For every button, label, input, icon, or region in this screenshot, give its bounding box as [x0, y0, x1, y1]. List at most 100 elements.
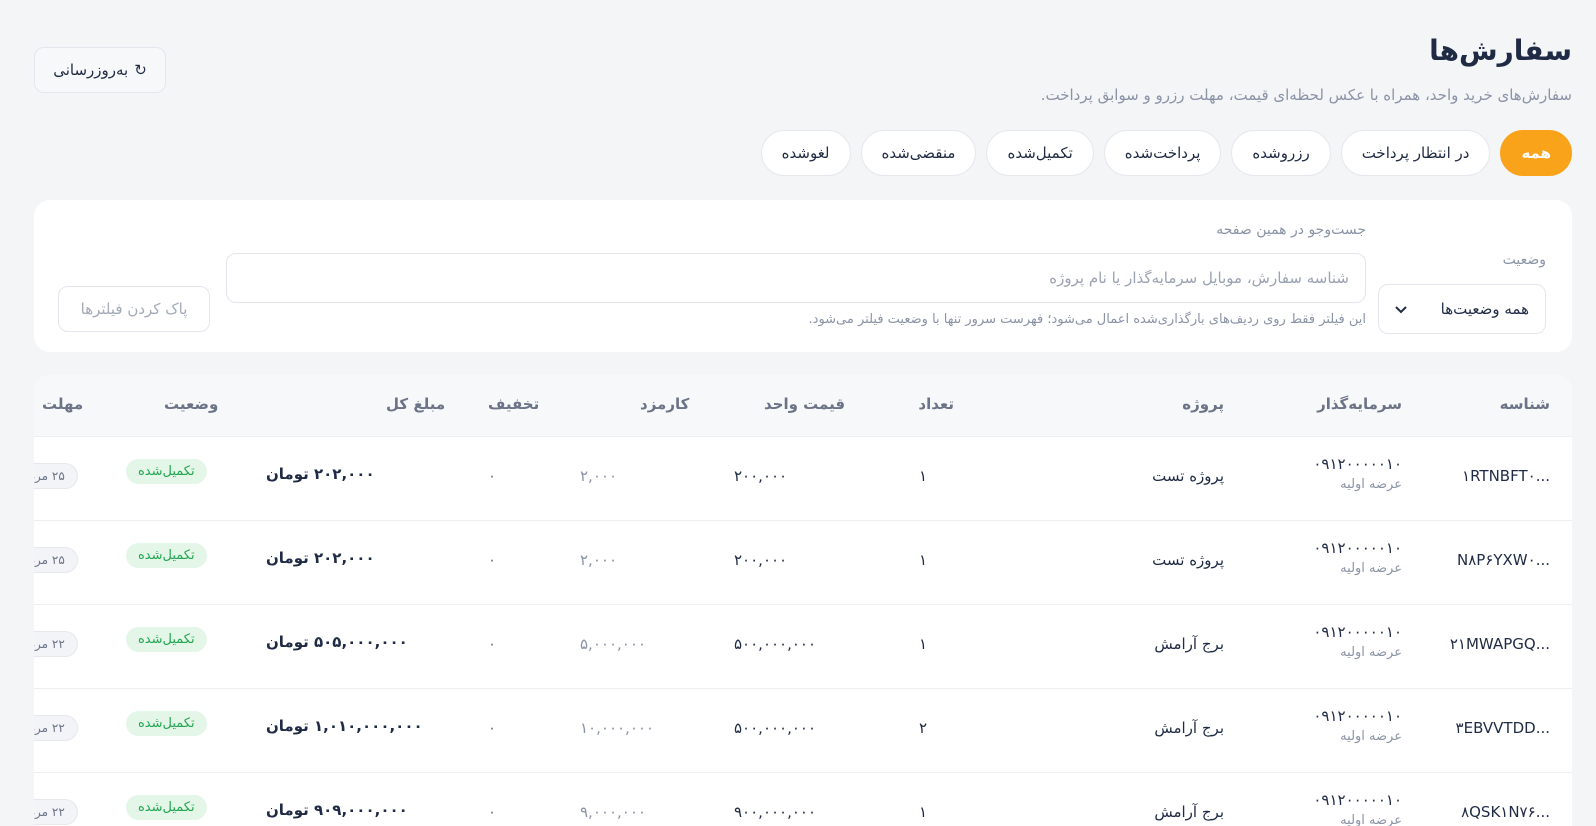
- order-id[interactable]: ...۲۱MWAPGQ: [1450, 635, 1550, 653]
- orders-table: شناسه سرمایه‌گذار پروژه تعداد قیمت واحد …: [34, 375, 1572, 826]
- deadline-cell: ۲۲ مرداد: [34, 799, 78, 825]
- unit-price: ۵۰۰,۰۰۰,۰۰۰: [734, 719, 817, 737]
- column-header-discount[interactable]: تخفیف: [488, 395, 539, 413]
- discount: ۰: [488, 635, 497, 653]
- status-select-value: همه وضعیت‌ها: [1440, 300, 1529, 318]
- offering-stage: عرضه اولیه: [1340, 813, 1402, 826]
- offering-stage: عرضه اولیه: [1340, 477, 1402, 492]
- order-id[interactable]: ...N۸P۶YXW۰: [1457, 551, 1550, 569]
- search-label: جست‌وجو در همین صفحه: [1216, 222, 1366, 238]
- refresh-button[interactable]: ↻ به‌روزرسانی: [34, 47, 166, 93]
- tab-all[interactable]: همه: [1500, 130, 1572, 176]
- status-badge: تکمیل‌شده: [126, 795, 207, 820]
- status-badge: تکمیل‌شده: [126, 543, 207, 568]
- discount: ۰: [488, 467, 497, 485]
- status-badge: تکمیل‌شده: [126, 459, 207, 484]
- column-header-deadline[interactable]: مهلت: [42, 395, 83, 413]
- search-input[interactable]: [226, 253, 1366, 303]
- deadline-cell: ۲۲ مرداد: [34, 631, 78, 657]
- offering-stage: عرضه اولیه: [1340, 645, 1402, 660]
- investor-cell: ۰۹۱۲۰۰۰۰۰۱۰ عرضه اولیه: [1313, 791, 1402, 826]
- deadline-badge: ۲۲ مرداد: [34, 631, 78, 657]
- discount: ۰: [488, 719, 497, 737]
- fee: ۱۰,۰۰۰,۰۰۰: [580, 719, 654, 737]
- status-badge-cell: تکمیل‌شده: [126, 711, 207, 736]
- column-header-unit-price[interactable]: قیمت واحد: [764, 395, 845, 413]
- status-badge-cell: تکمیل‌شده: [126, 627, 207, 652]
- status-select[interactable]: همه وضعیت‌ها: [1378, 284, 1546, 334]
- refresh-label: به‌روزرسانی: [53, 61, 129, 79]
- refresh-icon: ↻: [134, 61, 147, 79]
- status-filter-label: وضعیت: [1502, 252, 1546, 268]
- order-id[interactable]: ...۳EBVVTDD: [1456, 719, 1550, 737]
- clear-filters-button[interactable]: پاک کردن فیلترها: [58, 286, 210, 332]
- discount: ۰: [488, 551, 497, 569]
- offering-stage: عرضه اولیه: [1340, 729, 1402, 744]
- investor-cell: ۰۹۱۲۰۰۰۰۰۱۰ عرضه اولیه: [1313, 539, 1402, 576]
- quantity: ۱: [918, 803, 927, 821]
- deadline-badge: ۲۲ مرداد: [34, 799, 78, 825]
- deadline-cell: ۲۵ مرداد: [34, 463, 78, 489]
- project-name: پروژه تست: [1152, 467, 1224, 485]
- orders-page: سفارش‌ها سفارش‌های خرید واحد، همراه با ع…: [0, 0, 1596, 826]
- status-badge-cell: تکمیل‌شده: [126, 459, 207, 484]
- deadline-cell: ۲۵ مرداد: [34, 547, 78, 573]
- status-badge-cell: تکمیل‌شده: [126, 795, 207, 820]
- page-header: سفارش‌ها سفارش‌های خرید واحد، همراه با ع…: [34, 32, 1572, 112]
- filter-card: وضعیت همه وضعیت‌ها جست‌وجو در همین صفحه …: [34, 200, 1572, 352]
- column-header-total[interactable]: مبلغ کل: [386, 395, 445, 413]
- column-header-status[interactable]: وضعیت: [164, 395, 218, 413]
- total-amount: ۹۰۹,۰۰۰,۰۰۰ تومان: [266, 801, 408, 819]
- deadline-badge: ۲۲ مرداد: [34, 715, 78, 741]
- unit-price: ۵۰۰,۰۰۰,۰۰۰: [734, 635, 817, 653]
- deadline-badge: ۲۵ مرداد: [34, 547, 78, 573]
- unit-price: ۲۰۰,۰۰۰: [734, 551, 788, 569]
- status-badge: تکمیل‌شده: [126, 627, 207, 652]
- tab-completed[interactable]: تکمیل‌شده: [986, 130, 1094, 176]
- tab-reserved[interactable]: رزروشده: [1231, 130, 1331, 176]
- order-id[interactable]: ...۱RTNBFT۰: [1462, 467, 1550, 485]
- project-name: برج آرامش: [1154, 635, 1224, 653]
- quantity: ۱: [918, 551, 927, 569]
- tab-paid[interactable]: پرداخت‌شده: [1103, 130, 1222, 176]
- investor-cell: ۰۹۱۲۰۰۰۰۰۱۰ عرضه اولیه: [1313, 707, 1402, 744]
- column-header-investor[interactable]: سرمایه‌گذار: [1317, 395, 1402, 413]
- total-amount: ۱,۰۱۰,۰۰۰,۰۰۰ تومان: [266, 717, 423, 735]
- project-name: برج آرامش: [1154, 719, 1224, 737]
- page-title: سفارش‌ها: [1429, 34, 1572, 67]
- table-row[interactable]: ...۳EBVVTDD ۰۹۱۲۰۰۰۰۰۱۰ عرضه اولیه برج آ…: [34, 689, 1572, 773]
- column-header-fee[interactable]: کارمزد: [640, 395, 689, 413]
- search-hint: این فیلتر فقط روی ردیف‌های بارگذاری‌شده …: [808, 312, 1366, 327]
- investor-cell: ۰۹۱۲۰۰۰۰۰۱۰ عرضه اولیه: [1313, 455, 1402, 492]
- quantity: ۱: [918, 467, 927, 485]
- column-header-project[interactable]: پروژه: [1182, 395, 1224, 413]
- fee: ۹,۰۰۰,۰۰۰: [580, 803, 646, 821]
- tab-pending-payment[interactable]: در انتظار پرداخت: [1340, 130, 1491, 176]
- investor-phone: ۰۹۱۲۰۰۰۰۰۱۰: [1313, 623, 1402, 641]
- investor-phone: ۰۹۱۲۰۰۰۰۰۱۰: [1313, 707, 1402, 725]
- table-row[interactable]: ...۲۱MWAPGQ ۰۹۱۲۰۰۰۰۰۱۰ عرضه اولیه برج آ…: [34, 605, 1572, 689]
- quantity: ۲: [918, 719, 927, 737]
- column-header-quantity[interactable]: تعداد: [918, 395, 954, 413]
- tab-cancelled[interactable]: لغوشده: [760, 130, 851, 176]
- column-header-id[interactable]: شناسه: [1500, 395, 1550, 413]
- fee: ۲,۰۰۰: [580, 467, 617, 485]
- offering-stage: عرضه اولیه: [1340, 561, 1402, 576]
- status-badge-cell: تکمیل‌شده: [126, 543, 207, 568]
- table-row[interactable]: ...۱RTNBFT۰ ۰۹۱۲۰۰۰۰۰۱۰ عرضه اولیه پروژه…: [34, 437, 1572, 521]
- discount: ۰: [488, 803, 497, 821]
- total-amount: ۲۰۲,۰۰۰ تومان: [266, 549, 375, 567]
- order-id[interactable]: ...۸QSK۱N۷۶: [1461, 803, 1550, 821]
- investor-phone: ۰۹۱۲۰۰۰۰۰۱۰: [1313, 455, 1402, 473]
- chevron-down-icon: [1395, 300, 1407, 318]
- investor-phone: ۰۹۱۲۰۰۰۰۰۱۰: [1313, 539, 1402, 557]
- project-name: برج آرامش: [1154, 803, 1224, 821]
- status-tabs: همه در انتظار پرداخت رزروشده پرداخت‌شده …: [760, 130, 1572, 176]
- total-amount: ۲۰۲,۰۰۰ تومان: [266, 465, 375, 483]
- table-row[interactable]: ...N۸P۶YXW۰ ۰۹۱۲۰۰۰۰۰۱۰ عرضه اولیه پروژه…: [34, 521, 1572, 605]
- investor-cell: ۰۹۱۲۰۰۰۰۰۱۰ عرضه اولیه: [1313, 623, 1402, 660]
- table-row[interactable]: ...۸QSK۱N۷۶ ۰۹۱۲۰۰۰۰۰۱۰ عرضه اولیه برج آ…: [34, 773, 1572, 826]
- fee: ۲,۰۰۰: [580, 551, 617, 569]
- tab-expired[interactable]: منقضی‌شده: [860, 130, 977, 176]
- deadline-cell: ۲۲ مرداد: [34, 715, 78, 741]
